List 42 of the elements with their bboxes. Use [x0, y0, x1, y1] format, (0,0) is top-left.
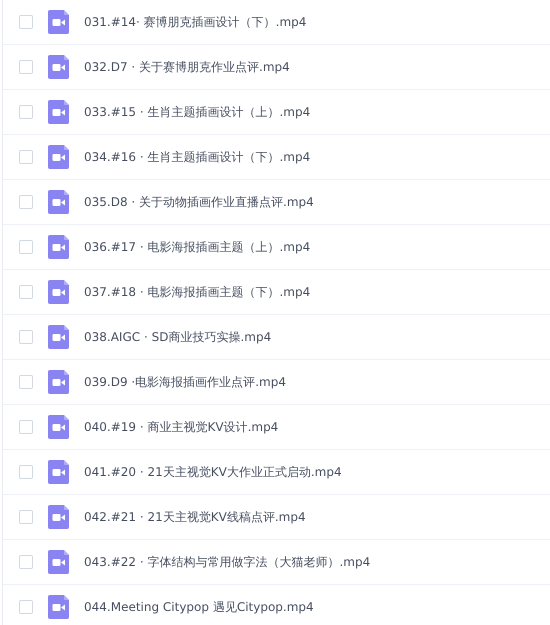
- file-name[interactable]: 044.Meeting Citypop 遇见Citypop.mp4: [84, 598, 314, 616]
- file-name[interactable]: 034.#16 · 生肖主题插画设计（下）.mp4: [84, 148, 310, 166]
- video-file-icon: [48, 370, 69, 394]
- video-file-icon: [48, 415, 69, 439]
- checkbox[interactable]: [19, 330, 33, 344]
- checkbox[interactable]: [19, 105, 33, 119]
- checkbox[interactable]: [19, 510, 33, 524]
- video-file-icon: [48, 145, 69, 169]
- video-file-icon: [48, 10, 69, 34]
- checkbox[interactable]: [19, 60, 33, 74]
- file-name[interactable]: 042.#21 · 21天主视觉KV线稿点评.mp4: [84, 508, 306, 526]
- video-file-icon: [48, 280, 69, 304]
- file-name[interactable]: 032.D7 · 关于赛博朋克作业点评.mp4: [84, 58, 290, 76]
- video-file-icon: [48, 550, 69, 574]
- video-file-icon: [48, 505, 69, 529]
- video-file-icon: [48, 325, 69, 349]
- checkbox[interactable]: [19, 195, 33, 209]
- file-name[interactable]: 031.#14· 赛博朋克插画设计（下）.mp4: [84, 14, 306, 30]
- checkbox[interactable]: [19, 150, 33, 164]
- file-name[interactable]: 043.#22 · 字体结构与常用做字法（大猫老师）.mp4: [84, 554, 370, 570]
- file-name[interactable]: 035.D8 · 关于动物插画作业直播点评.mp4: [84, 194, 314, 210]
- video-file-icon: [48, 55, 69, 79]
- file-name[interactable]: 036.#17 · 电影海报插画主题（上）.mp4: [84, 238, 310, 256]
- video-file-icon: [48, 235, 69, 259]
- checkbox[interactable]: [19, 420, 33, 434]
- video-file-icon: [48, 595, 69, 619]
- checkbox[interactable]: [19, 240, 33, 254]
- checkbox[interactable]: [19, 555, 33, 569]
- checkbox[interactable]: [19, 600, 33, 614]
- video-file-icon: [48, 460, 69, 484]
- checkbox[interactable]: [19, 15, 33, 29]
- file-name[interactable]: 038.AIGC · SD商业技巧实操.mp4: [84, 328, 272, 346]
- file-name[interactable]: 033.#15 · 生肖主题插画设计（上）.mp4: [84, 104, 310, 120]
- file-name[interactable]: 040.#19 · 商业主视觉KV设计.mp4: [84, 418, 278, 436]
- checkbox[interactable]: [19, 465, 33, 479]
- file-name[interactable]: 037.#18 · 电影海报插画主题（下）.mp4: [84, 284, 310, 300]
- checkbox[interactable]: [19, 285, 33, 299]
- file-name[interactable]: 039.D9 ·电影海报插画作业点评.mp4: [84, 374, 286, 390]
- file-name[interactable]: 041.#20 · 21天主视觉KV大作业正式启动.mp4: [84, 464, 342, 480]
- video-file-icon: [48, 190, 69, 214]
- checkbox[interactable]: [19, 375, 33, 389]
- video-file-icon: [48, 100, 69, 124]
